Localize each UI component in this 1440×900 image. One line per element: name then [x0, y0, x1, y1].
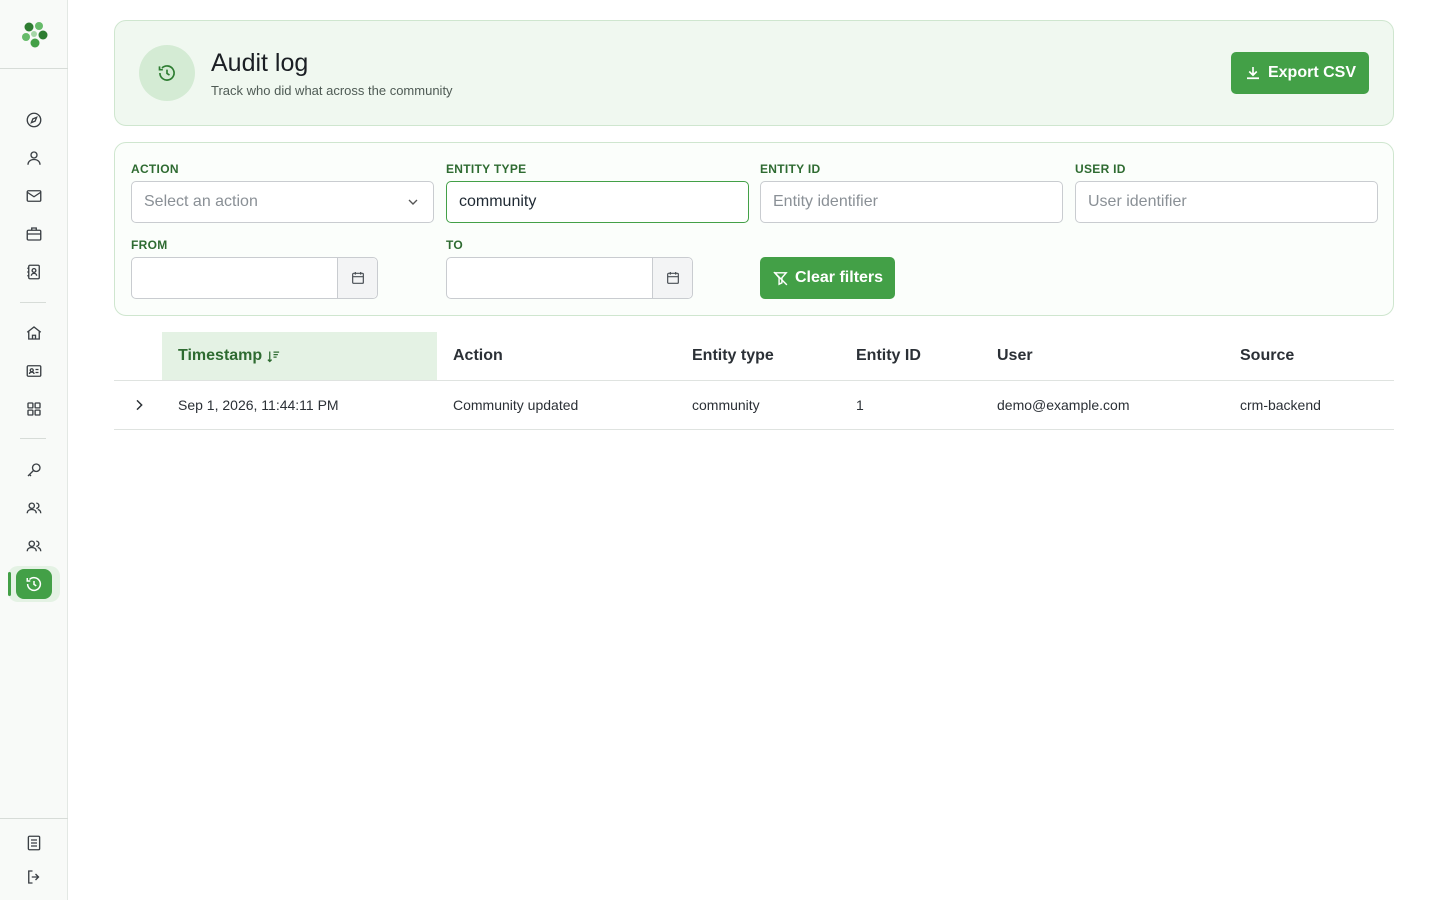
action-filter-label: ACTION — [131, 162, 179, 176]
sidebar-divider — [0, 68, 68, 69]
history-icon — [139, 45, 195, 101]
column-header-label: Timestamp — [178, 347, 263, 364]
filter-panel: ACTION Select an action ENTITY TYPE comm… — [114, 142, 1394, 316]
clear-filters-label: Clear filters — [795, 269, 884, 286]
sidebar-item-members[interactable] — [20, 357, 48, 385]
briefcase-icon — [26, 227, 42, 241]
sidebar-divider — [20, 438, 46, 439]
action-select[interactable]: Select an action — [131, 181, 434, 223]
sidebar-item-apps[interactable] — [20, 395, 48, 423]
column-header-entity-id[interactable]: Entity ID — [840, 332, 981, 380]
calendar-icon — [666, 272, 679, 284]
column-header-action[interactable]: Action — [437, 332, 675, 380]
user-icon — [27, 151, 41, 165]
document-icon — [27, 835, 41, 851]
column-header-entity-type[interactable]: Entity type — [676, 332, 840, 380]
sort-descending-icon — [267, 351, 280, 362]
app-logo-icon[interactable] — [18, 18, 50, 50]
column-header-user[interactable]: User — [981, 332, 1224, 380]
cell-timestamp: Sep 1, 2026, 11:44:11 PM — [178, 397, 339, 413]
export-csv-label: Export CSV — [1267, 64, 1356, 81]
entity-id-placeholder: Entity identifier — [773, 193, 878, 210]
id-card-icon — [26, 365, 42, 377]
sidebar-item-keys[interactable] — [20, 456, 48, 484]
page-subtitle: Track who did what across the community — [211, 83, 453, 98]
grid-icon — [27, 402, 41, 416]
entity-type-value: community — [459, 193, 537, 210]
entity-id-filter-label: ENTITY ID — [760, 162, 821, 176]
cell-entity-type: community — [692, 397, 760, 413]
sidebar-item-messages[interactable] — [20, 182, 48, 210]
table-header-row: Timestamp Action Entity type Entity ID U… — [114, 332, 1394, 381]
chevron-down-icon — [408, 199, 418, 205]
entity-type-input[interactable]: community — [446, 181, 749, 223]
sidebar-item-audit-log[interactable] — [16, 569, 52, 599]
user-id-placeholder: User identifier — [1088, 193, 1187, 210]
download-icon — [1246, 67, 1259, 80]
clear-filters-button[interactable]: Clear filters — [760, 257, 896, 299]
users-icon — [26, 540, 42, 552]
sidebar-item-groups[interactable] — [20, 532, 48, 560]
sidebar-item-docs[interactable] — [20, 829, 48, 857]
from-date-input[interactable] — [131, 257, 378, 299]
page-title: Audit log — [211, 49, 309, 77]
column-header-label: Entity type — [692, 347, 774, 364]
users-icon — [26, 502, 42, 514]
to-date-picker-button[interactable] — [652, 258, 692, 298]
cell-source: crm-backend — [1240, 397, 1321, 413]
table-row[interactable]: Sep 1, 2026, 11:44:11 PM Community updat… — [114, 381, 1394, 430]
column-header-label: Entity ID — [856, 347, 921, 364]
sidebar-item-home[interactable] — [20, 319, 48, 347]
entity-type-filter-label: ENTITY TYPE — [446, 162, 527, 176]
column-header-label: Action — [453, 347, 503, 364]
sidebar-item-contacts[interactable] — [20, 258, 48, 286]
page-header: Audit log Track who did what across the … — [114, 20, 1394, 126]
action-select-placeholder: Select an action — [144, 193, 258, 210]
expand-row-button[interactable] — [128, 393, 150, 417]
column-header-label: Source — [1240, 347, 1295, 364]
export-csv-button[interactable]: Export CSV — [1230, 52, 1369, 94]
sidebar-item-profile[interactable] — [20, 144, 48, 172]
chevron-right-icon — [136, 399, 143, 411]
sidebar-item-explore[interactable] — [20, 106, 48, 134]
cell-user: demo@example.com — [997, 397, 1130, 413]
cell-entity-id: 1 — [856, 397, 864, 413]
column-header-label: User — [997, 347, 1033, 364]
compass-icon — [26, 112, 42, 128]
calendar-icon — [351, 272, 364, 284]
logout-icon — [28, 870, 40, 884]
user-id-input[interactable]: User identifier — [1075, 181, 1378, 223]
sidebar-item-logout[interactable] — [20, 863, 48, 891]
contact-book-icon — [27, 264, 40, 280]
user-id-filter-label: USER ID — [1075, 162, 1126, 176]
sidebar-active-indicator — [8, 572, 11, 596]
home-icon — [26, 326, 42, 340]
from-date-label: FROM — [131, 238, 168, 252]
history-icon — [26, 576, 42, 592]
key-icon — [27, 463, 41, 477]
sidebar-item-jobs[interactable] — [20, 220, 48, 248]
sidebar-item-users[interactable] — [20, 494, 48, 522]
cell-action: Community updated — [453, 397, 579, 413]
sidebar-divider — [20, 302, 46, 303]
from-date-picker-button[interactable] — [337, 258, 377, 298]
sidebar-divider — [0, 818, 68, 819]
column-header-source[interactable]: Source — [1224, 332, 1394, 380]
audit-log-table: Timestamp Action Entity type Entity ID U… — [114, 332, 1394, 430]
to-date-input[interactable] — [446, 257, 693, 299]
entity-id-input[interactable]: Entity identifier — [760, 181, 1063, 223]
to-date-label: TO — [446, 238, 464, 252]
mail-icon — [26, 190, 42, 202]
sidebar — [0, 0, 68, 900]
filter-off-icon — [773, 271, 788, 285]
column-header-timestamp[interactable]: Timestamp — [162, 332, 437, 380]
